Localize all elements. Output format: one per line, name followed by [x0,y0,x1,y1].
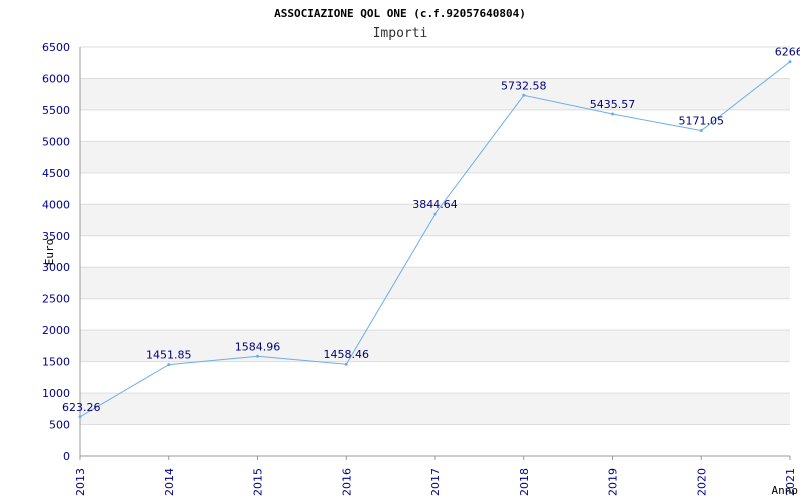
x-tick-label: 2013 [74,468,87,496]
grid-band [80,267,790,299]
y-tick-label: 1000 [42,387,70,400]
data-point [699,129,703,133]
data-label: 3844.64 [412,198,458,211]
y-tick-label: 4500 [42,167,70,180]
data-label: 5171.05 [679,115,725,128]
grid-band [80,393,790,425]
y-axis-label: Euro [43,239,56,266]
data-point [788,60,792,64]
data-point [344,362,348,366]
y-tick-label: 5500 [42,104,70,117]
x-tick-labels: 2013 2014 2015 2016 2017 2018 2019 2020 2021 [74,456,797,496]
data-point [256,354,259,358]
data-label: 623.26 [62,401,101,414]
y-tick-label: 5000 [42,135,70,148]
x-tick-label: 2018 [518,468,531,496]
x-tick-label: 2015 [252,468,265,496]
background-bands [80,78,790,425]
x-tick-label: 2017 [429,468,442,496]
chart-title: ASSOCIAZIONE QOL ONE (c.f.92057640804) [274,7,526,20]
data-label: 5435.57 [590,98,636,111]
y-tick-label: 6000 [42,72,70,85]
grid-band [80,78,790,110]
x-tick-label: 2020 [695,468,708,496]
data-label: 5732.58 [501,79,547,92]
x-tick-label: 2019 [607,468,620,496]
data-point [611,112,614,116]
data-label: 1451.85 [146,349,192,362]
data-point [78,415,82,419]
data-label: 1584.96 [235,340,281,353]
grid-band [80,141,790,173]
data-point [433,212,437,216]
x-tick-label: 2014 [163,468,176,496]
x-axis-label: Anno [772,484,799,497]
data-point [167,363,171,367]
data-label: 1458.46 [324,348,370,361]
data-point [522,93,526,97]
y-tick-label: 2500 [42,293,70,306]
chart-subtitle: Importi [373,26,428,41]
x-tick-label: 2016 [340,468,353,496]
y-tick-label: 1500 [42,356,70,369]
y-tick-label: 500 [49,419,70,432]
data-label: 6266.0 [775,46,800,59]
y-tick-label: 6500 [42,41,70,54]
y-tick-label: 0 [63,450,70,463]
y-tick-label: 4000 [42,198,70,211]
line-chart: 0500100015002000250030003500400045005000… [42,7,800,497]
y-tick-label: 2000 [42,324,70,337]
